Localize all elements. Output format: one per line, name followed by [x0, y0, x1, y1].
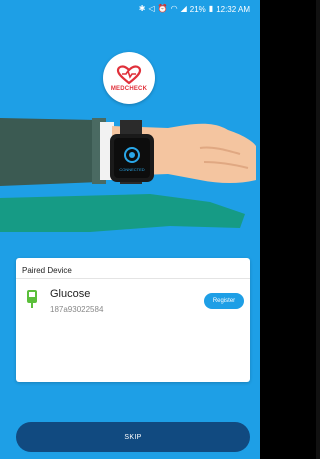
- paired-device-card: Paired Device Glucose 187a93022584 Regis…: [16, 258, 250, 382]
- glucometer-icon: [27, 290, 37, 308]
- skip-button[interactable]: SKIP: [16, 422, 250, 452]
- divider: [16, 278, 250, 279]
- mute-icon: ◁: [148, 4, 155, 13]
- heart-pulse-icon: [116, 64, 142, 84]
- card-title: Paired Device: [22, 266, 72, 275]
- status-bar: ✱ ◁ ⏰ ◠ ◢ 21% ▮ 12:32 AM: [0, 0, 256, 18]
- alarm-icon: ⏰: [157, 4, 168, 13]
- clock: 12:32 AM: [216, 4, 250, 14]
- watch-status-text: CONNECTED: [119, 167, 144, 172]
- app-screen: ✱ ◁ ⏰ ◠ ◢ 21% ▮ 12:32 AM MEDCHECK CONNEC…: [0, 0, 260, 459]
- medcheck-logo: MEDCHECK: [103, 52, 155, 104]
- register-button[interactable]: Register: [204, 293, 244, 309]
- logo-text: MEDCHECK: [110, 85, 148, 92]
- battery-icon: ▮: [208, 4, 214, 13]
- signal-icon: ◢: [180, 4, 187, 13]
- battery-percentage: 21%: [189, 4, 206, 14]
- device-name: Glucose: [50, 288, 91, 300]
- bluetooth-icon: ✱: [138, 4, 146, 13]
- device-id: 187a93022584: [50, 305, 104, 314]
- window-frame: [316, 0, 320, 459]
- wifi-icon: ◠: [170, 4, 178, 13]
- smartwatch-illustration: CONNECTED: [0, 118, 256, 232]
